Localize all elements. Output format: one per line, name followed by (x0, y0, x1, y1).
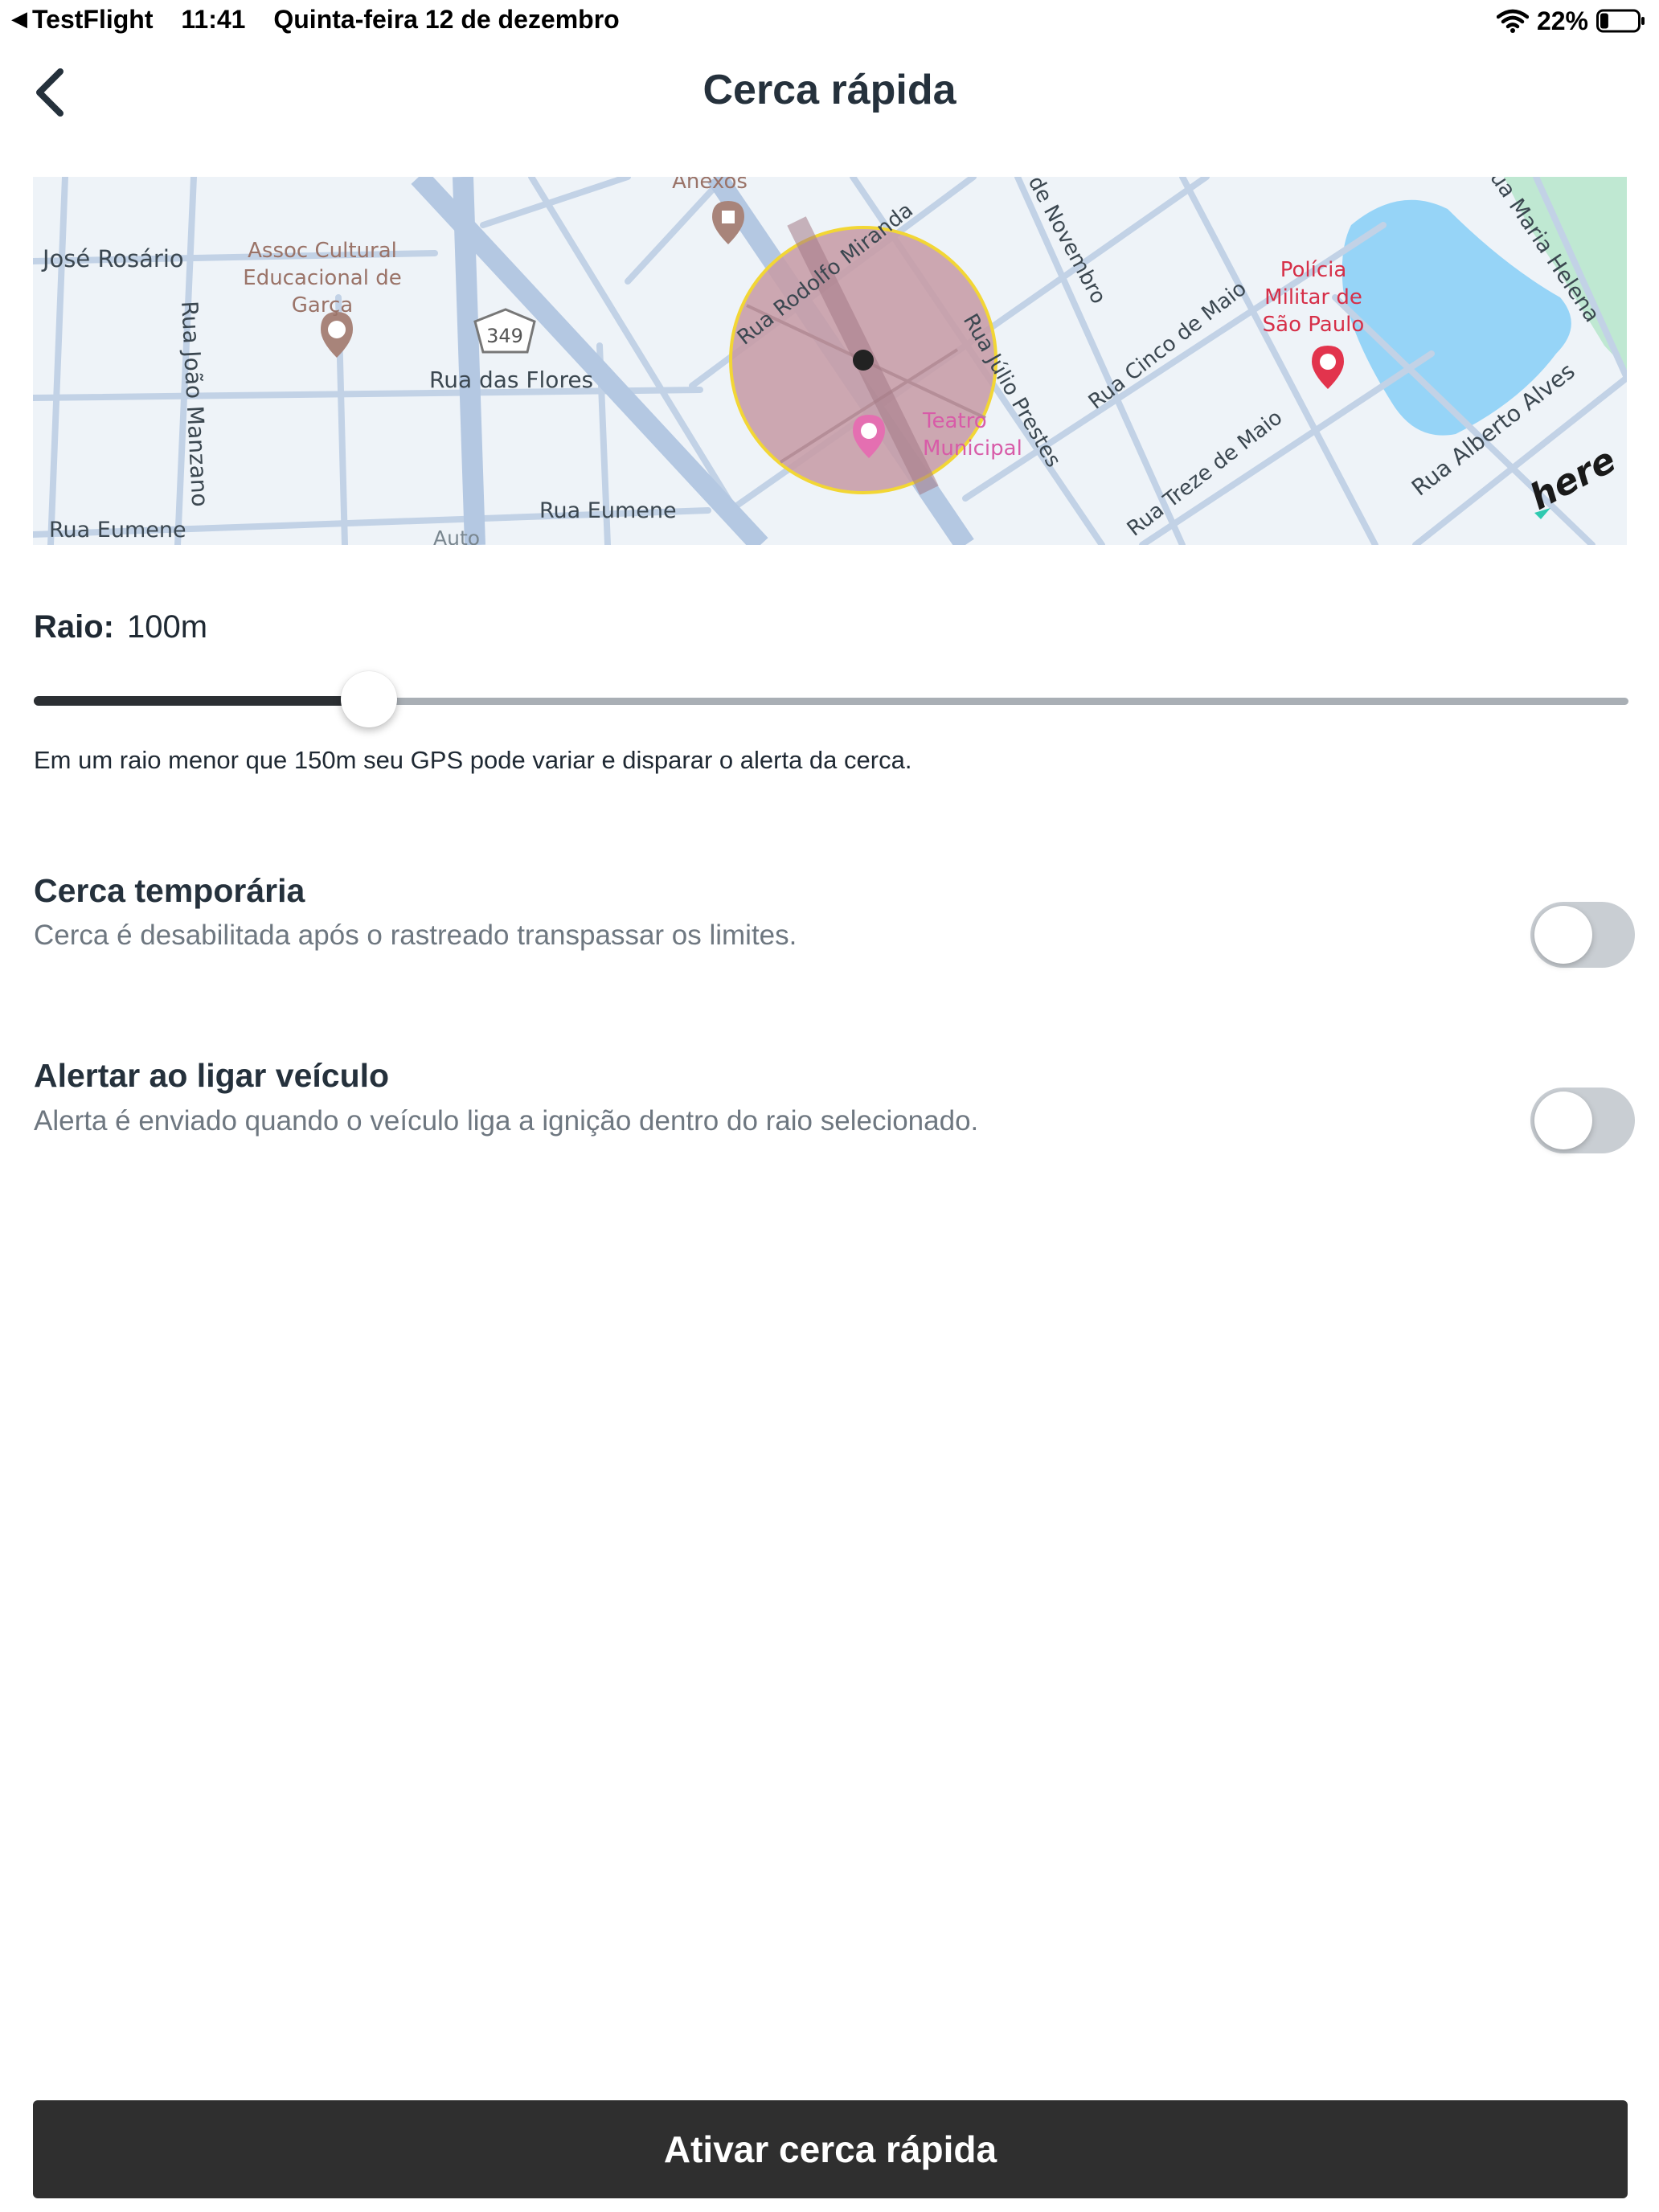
ignition-alert-toggle[interactable] (1530, 1088, 1635, 1153)
route-number: 349 (486, 325, 523, 347)
temporary-fence-toggle[interactable] (1530, 902, 1635, 968)
map-label-policia-1: Polícia (1280, 258, 1347, 282)
radius-value: 100m (127, 609, 208, 645)
ignition-alert-title: Alertar ao ligar veículo (34, 1057, 390, 1094)
page-title: Cerca rápida (703, 67, 956, 113)
map-label-assoc-1: Assoc Cultural (248, 239, 397, 263)
radius-label: Raio: (34, 609, 114, 645)
back-to-app-icon[interactable]: ◀ (11, 6, 27, 31)
radius-row: Raio: 100m (34, 609, 207, 645)
map-canvas[interactable]: 349 José Rosário Rua das Flores Rua Eume… (33, 177, 1627, 545)
temporary-fence-title: Cerca temporária (34, 872, 305, 909)
map-label-rua-flores: Rua das Flores (429, 367, 593, 393)
map-label-policia-3: São Paulo (1263, 313, 1365, 337)
map-label-rua-eumene-1: Rua Eumene (49, 518, 186, 543)
ignition-alert-description: Alerta é enviado quando o veículo liga a… (34, 1105, 979, 1137)
fence-center-marker (853, 350, 874, 371)
status-right: 22% (1496, 5, 1646, 37)
slider-fill (34, 696, 369, 706)
radius-slider[interactable] (34, 671, 1628, 729)
map-label-assoc-3: Garça (292, 293, 353, 317)
map-label-rua-eumene-2: Rua Eumene (539, 498, 677, 523)
activate-fence-button[interactable]: Ativar cerca rápida (33, 2100, 1628, 2198)
slider-thumb[interactable] (340, 671, 397, 727)
battery-percent: 22% (1536, 6, 1588, 35)
map-label-anexos: Anexos (672, 177, 748, 194)
map-label-assoc-2: Educacional de (243, 266, 401, 290)
map-label-teatro-1: Teatro (922, 409, 987, 433)
battery-icon (1596, 9, 1645, 33)
status-date: Quinta-feira 12 de dezembro (273, 5, 620, 34)
toggle-knob (1534, 906, 1592, 964)
wifi-icon (1496, 9, 1529, 33)
map-view[interactable]: 349 José Rosário Rua das Flores Rua Eume… (33, 177, 1627, 545)
map-label-auto: Auto (433, 526, 480, 545)
map-label-policia-2: Militar de (1264, 285, 1362, 309)
map-label-teatro-2: Municipal (923, 436, 1022, 461)
status-bar: ◀ TestFlight 11:41 Quinta-feira 12 de dez… (0, 0, 1659, 42)
toggle-knob (1534, 1092, 1592, 1149)
map-label-jose-rosario: José Rosário (41, 245, 184, 272)
status-left: ◀ TestFlight 11:41 Quinta-feira 12 de dez… (11, 5, 620, 35)
status-time: 11:41 (181, 5, 246, 34)
nav-bar: Cerca rápida (0, 48, 1659, 137)
radius-hint: Em um raio menor que 150m seu GPS pode v… (34, 746, 912, 774)
temporary-fence-description: Cerca é desabilitada após o rastreado tr… (34, 920, 797, 951)
battery-fill (1600, 13, 1608, 29)
back-app-label[interactable]: TestFlight (32, 5, 154, 34)
